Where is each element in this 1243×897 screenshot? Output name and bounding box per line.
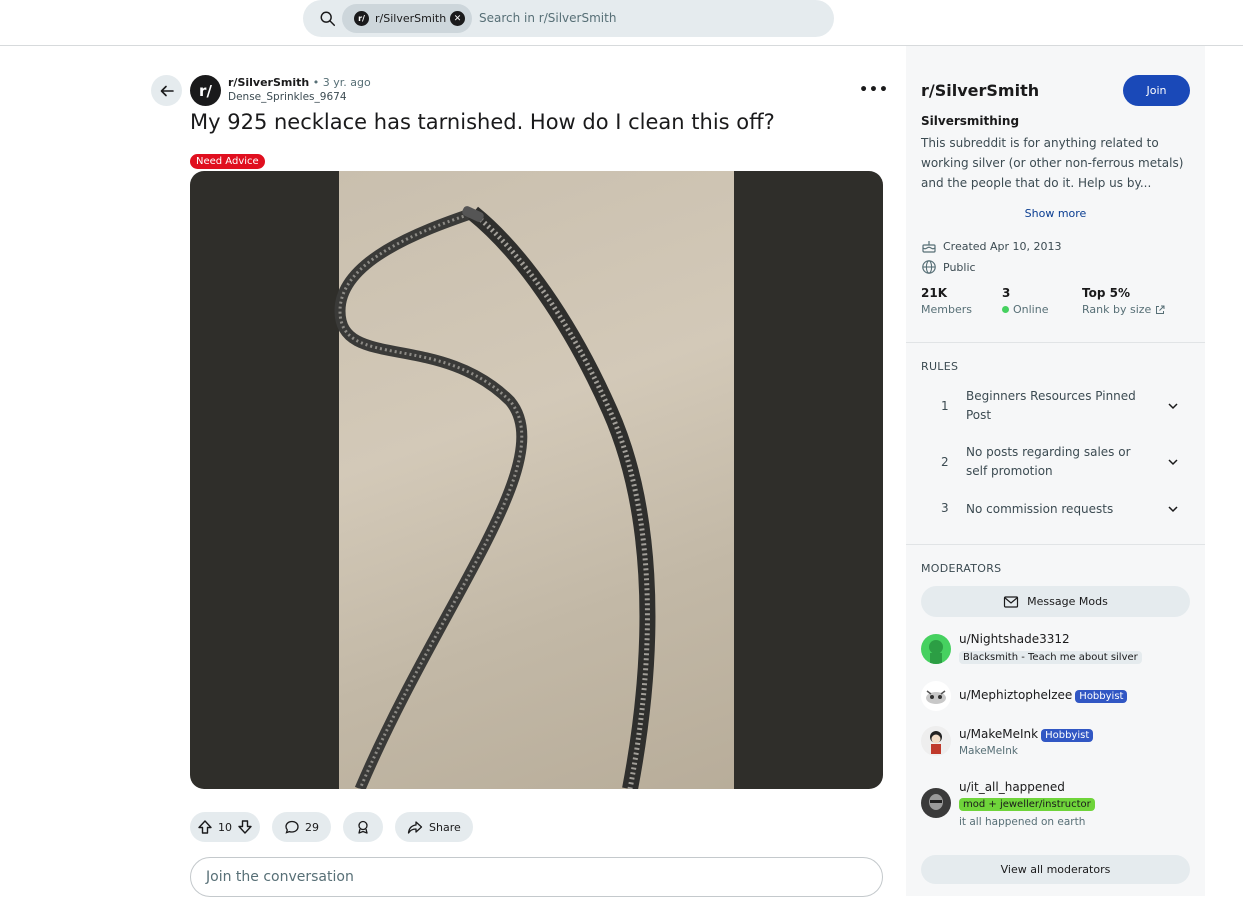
online-status-icon: [1002, 306, 1009, 313]
avatar[interactable]: [921, 726, 951, 756]
cake-icon: [922, 241, 936, 253]
moderator-item[interactable]: u/MakeMeInk Hobbyist MakeMeInk: [921, 726, 1196, 762]
award-button[interactable]: [343, 812, 383, 842]
subreddit-avatar[interactable]: r/: [190, 75, 221, 106]
downvote-icon[interactable]: [237, 819, 253, 835]
clear-chip-icon[interactable]: ✕: [450, 11, 465, 26]
rule-text: Beginners Resources Pinned Post: [966, 389, 1136, 422]
necklace-image-graphic: [334, 206, 656, 789]
moderator-name[interactable]: u/it_all_happened: [959, 780, 1065, 794]
moderator-flair: Blacksmith - Teach me about silver: [959, 651, 1142, 664]
award-icon: [358, 820, 368, 834]
show-more-link[interactable]: Show more: [906, 207, 1205, 220]
moderators-heading: MODERATORS: [921, 562, 1002, 575]
subreddit-icon: r/: [354, 11, 369, 26]
chevron-down-icon[interactable]: [1166, 455, 1180, 469]
moderator-flair: Hobbyist: [1075, 690, 1128, 703]
moderator-subtitle: MakeMeInk: [959, 745, 1019, 757]
chip-label: r/SilverSmith: [375, 12, 447, 25]
view-all-moderators-button[interactable]: View all moderators: [921, 855, 1190, 884]
chevron-down-icon[interactable]: [1166, 502, 1180, 516]
sidebar-divider: [906, 342, 1205, 343]
avatar[interactable]: [921, 681, 951, 711]
vote-count: 10: [218, 820, 232, 834]
moderator-name-line: u/Mephiztophelzee Hobbyist: [959, 688, 1128, 703]
join-button[interactable]: Join: [1123, 75, 1190, 106]
back-button[interactable]: [151, 75, 182, 106]
rule-item[interactable]: 3 No commission requests: [921, 500, 1191, 520]
mail-icon: [1004, 595, 1019, 608]
rule-number: 3: [941, 501, 949, 515]
avatar[interactable]: [921, 634, 951, 664]
rule-number: 1: [941, 399, 949, 413]
arrow-left-icon: [160, 85, 174, 96]
stat-online: 3 Online: [1002, 286, 1048, 316]
online-label: Online: [1013, 303, 1049, 316]
search-input[interactable]: [479, 8, 809, 28]
rule-text: No commission requests: [966, 502, 1114, 516]
external-link-icon[interactable]: [1155, 305, 1165, 315]
share-icon: [407, 821, 423, 834]
moderator-subtitle: it all happened on earth: [959, 816, 1086, 828]
avatar[interactable]: [921, 788, 951, 818]
rank-label: Rank by size: [1082, 303, 1152, 316]
search-bar[interactable]: r/ r/SilverSmith ✕: [303, 0, 834, 37]
created-row: Created Apr 10, 2013: [921, 238, 1062, 254]
community-title: r/SilverSmith: [921, 81, 1040, 100]
rule-item[interactable]: 1 Beginners Resources Pinned Post: [921, 387, 1191, 427]
stat-members: 21K Members: [921, 286, 972, 316]
chevron-down-icon[interactable]: [1166, 399, 1180, 413]
visibility-row: Public: [921, 259, 976, 275]
moderator-flair: Hobbyist: [1041, 729, 1094, 742]
upvote-icon[interactable]: [197, 819, 213, 835]
post-flair[interactable]: Need Advice: [190, 154, 265, 169]
subreddit-link[interactable]: r/SilverSmith: [228, 76, 309, 89]
join-conversation-input[interactable]: Join the conversation: [190, 857, 883, 897]
community-sidebar: r/SilverSmith Join Silversmithing This s…: [906, 46, 1205, 896]
search-icon[interactable]: [319, 10, 337, 28]
more-options-button[interactable]: •••: [859, 80, 888, 100]
stat-rank[interactable]: Top 5% Rank by size: [1082, 286, 1165, 316]
share-button[interactable]: Share: [395, 812, 473, 842]
post-image[interactable]: [190, 171, 883, 789]
subreddit-search-chip[interactable]: r/ r/SilverSmith ✕: [342, 4, 472, 33]
author-link[interactable]: Dense_Sprinkles_9674: [228, 90, 371, 104]
message-mods-button[interactable]: Message Mods: [921, 586, 1190, 617]
moderator-item[interactable]: u/Mephiztophelzee Hobbyist: [921, 681, 1196, 711]
comment-count: 29: [305, 820, 319, 834]
message-mods-label: Message Mods: [1027, 595, 1108, 608]
rule-number: 2: [941, 455, 949, 469]
top-bar: r/ r/SilverSmith ✕: [0, 0, 1243, 46]
community-stats: 21K Members 3 Online Top 5% Rank by size: [921, 286, 1201, 320]
rules-heading: RULES: [921, 360, 959, 373]
moderator-name[interactable]: u/MakeMeInk: [959, 727, 1038, 741]
visibility-label: Public: [943, 260, 976, 274]
created-date: Created Apr 10, 2013: [943, 239, 1062, 253]
globe-icon: [922, 260, 936, 274]
members-label: Members: [921, 303, 972, 316]
sidebar-divider: [906, 544, 1205, 545]
rule-text: No posts regarding sales or self promoti…: [966, 445, 1131, 478]
share-label: Share: [429, 820, 461, 834]
comments-button[interactable]: 29: [272, 812, 331, 842]
moderator-item[interactable]: u/it_all_happened mod + jeweller/instruc…: [921, 780, 1196, 828]
comment-icon: [285, 820, 299, 834]
community-description: This subreddit is for anything related t…: [921, 136, 1184, 190]
moderator-flair: mod + jeweller/instructor: [959, 798, 1095, 811]
online-count: 3: [1002, 286, 1011, 300]
moderator-name-line: u/MakeMeInk Hobbyist: [959, 727, 1094, 742]
members-count: 21K: [921, 286, 947, 300]
post-age: 3 yr. ago: [322, 76, 371, 89]
community-subtitle: Silversmithing: [921, 114, 1020, 128]
rank-value: Top 5%: [1082, 286, 1130, 300]
post-meta: r/SilverSmith • 3 yr. ago Dense_Sprinkle…: [228, 76, 371, 104]
post-title: My 925 necklace has tarnished. How do I …: [190, 110, 775, 134]
meta-separator: •: [312, 76, 320, 89]
rule-item[interactable]: 2 No posts regarding sales or self promo…: [921, 443, 1191, 483]
vote-control: 10: [190, 812, 260, 842]
moderator-name[interactable]: u/Mephiztophelzee: [959, 688, 1072, 702]
post-actions: 10 29 Share: [190, 812, 473, 842]
moderator-name[interactable]: u/Nightshade3312: [959, 632, 1070, 646]
moderator-item[interactable]: u/Nightshade3312 Blacksmith - Teach me a…: [921, 632, 1196, 668]
